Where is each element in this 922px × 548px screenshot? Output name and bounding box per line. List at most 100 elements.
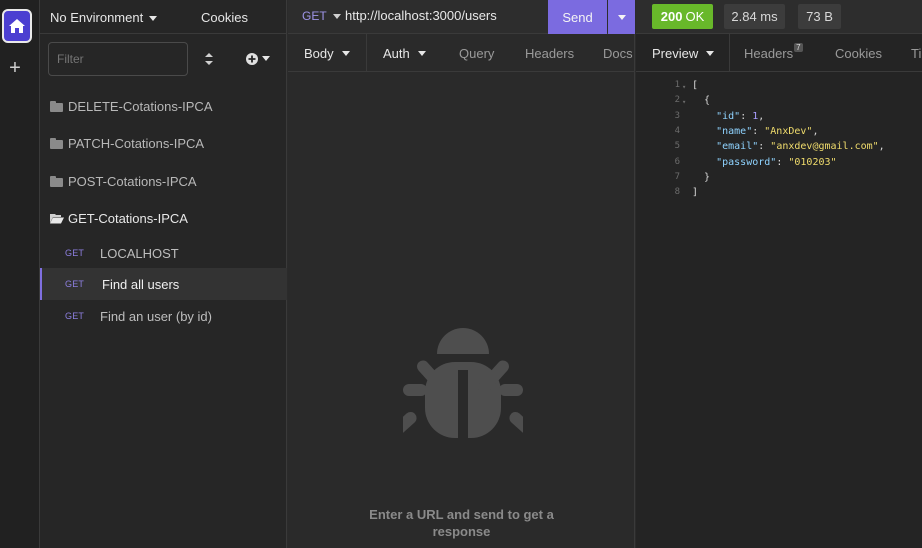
code-line: ] (692, 185, 698, 200)
folder-icon (50, 176, 63, 187)
code-line: } (692, 170, 710, 185)
method-badge: GET (65, 279, 85, 289)
chevron-down-icon (332, 14, 341, 20)
code-token: "010203" (788, 156, 837, 168)
bug-icon (403, 328, 523, 438)
tab-response-headers[interactable]: Headers 7 (744, 34, 803, 72)
tab-cookies[interactable]: Cookies (835, 34, 882, 72)
chevron-down-icon (617, 14, 626, 20)
folder-get-cotations[interactable]: GET-Cotations-IPCA (40, 201, 287, 235)
chevron-down-icon (262, 56, 270, 62)
add-project-icon[interactable]: + (6, 58, 24, 78)
code-token: [ (692, 80, 699, 91)
folder-post-cotations[interactable]: POST-Cotations-IPCA (40, 164, 287, 198)
status-text: OK (685, 9, 705, 24)
code-token: : (740, 110, 753, 122)
environment-label: No Environment (50, 10, 144, 25)
fold-toggle-icon[interactable]: ▾ (682, 95, 686, 110)
url-input[interactable]: http://localhost:3000/users (345, 8, 497, 23)
tab-preview[interactable]: Preview (652, 34, 715, 72)
code-line: "name": "AnxDev", (692, 124, 818, 139)
method-label: GET (302, 9, 327, 23)
code-token: "anxdev@gmail.com" (770, 141, 879, 153)
cookies-button[interactable]: Cookies (201, 10, 248, 25)
request-name: LOCALHOST (100, 245, 179, 261)
url-bar: GET http://localhost:3000/users Send (288, 0, 635, 34)
add-request-button[interactable] (245, 51, 271, 67)
request-name: Find an user (by id) (100, 308, 212, 324)
code-token: , (878, 141, 885, 153)
folder-icon (50, 138, 63, 149)
add-circle-icon (246, 52, 258, 65)
divider (366, 34, 367, 72)
tab-headers[interactable]: Headers (525, 34, 574, 72)
request-name: Find all users (102, 276, 180, 292)
status-badge: 200 OK (652, 4, 713, 29)
response-status-bar: 200 OK 2.84 ms 73 B (636, 0, 922, 34)
method-badge: GET (65, 311, 85, 321)
tab-auth[interactable]: Auth (383, 34, 426, 72)
chevron-down-icon (149, 16, 158, 22)
response-tabs: Preview Headers 7 Cookies Ti (636, 34, 922, 72)
code-token: } (692, 171, 711, 183)
request-item[interactable]: GET Find an user (by id) (40, 300, 287, 332)
code-line: "password": "010203" (692, 155, 837, 170)
line-number: 4 (674, 125, 680, 136)
tab-body[interactable]: Body (304, 34, 350, 72)
request-item-selected[interactable]: GET Find all users (40, 268, 287, 300)
response-pane: 200 OK 2.84 ms 73 B Preview Headers 7 Cook… (636, 0, 922, 548)
empty-state-hint: Enter a URL and send to get a response (369, 507, 554, 539)
code-token: : (758, 141, 771, 153)
code-line: { (692, 93, 710, 108)
request-pane: GET http://localhost:3000/users Send Bod… (288, 0, 635, 548)
tab-docs[interactable]: Docs (603, 34, 633, 72)
app-rail: + (0, 0, 40, 548)
code-token: "name" (716, 125, 753, 137)
method-selector[interactable]: GET (302, 9, 341, 23)
code-token: , (812, 125, 819, 137)
tab-label: Headers (744, 45, 794, 61)
environment-bar: No Environment Cookies (40, 0, 287, 34)
tab-label: Auth (383, 45, 410, 61)
filter-input[interactable] (48, 42, 188, 76)
headers-count-badge: 7 (794, 42, 803, 52)
folder-patch-cotations[interactable]: PATCH-Cotations-IPCA (40, 126, 287, 160)
code-token: : (752, 125, 765, 137)
folder-label: GET-Cotations-IPCA (68, 210, 188, 226)
fold-toggle-icon[interactable]: ▾ (682, 80, 686, 95)
tab-timeline[interactable]: Ti (911, 34, 921, 72)
sort-icon[interactable] (204, 51, 214, 67)
folder-delete-cotations[interactable]: DELETE-Cotations-IPCA (40, 89, 287, 123)
sidebar: No Environment Cookies DELETE-Cotations-… (40, 0, 287, 548)
code-token: "password" (716, 156, 777, 168)
code-token: "AnxDev" (764, 125, 813, 137)
request-item[interactable]: GET LOCALHOST (40, 237, 287, 269)
folder-label: PATCH-Cotations-IPCA (68, 135, 205, 151)
code-token: { (692, 95, 711, 107)
code-token: "id" (716, 110, 741, 122)
line-number: 2 (674, 95, 680, 106)
line-number: 6 (674, 156, 680, 167)
response-size-badge: 73 B (798, 4, 841, 29)
code-line: "email": "anxdev@gmail.com", (692, 139, 885, 154)
tab-label: Preview (652, 45, 699, 61)
tab-query[interactable]: Query (459, 34, 494, 72)
folder-icon (50, 101, 63, 112)
chevron-down-icon (341, 50, 350, 56)
status-code: 200 (660, 9, 683, 24)
code-line: [ (692, 78, 698, 93)
chevron-down-icon (417, 50, 426, 56)
home-button[interactable] (2, 9, 32, 43)
chevron-down-icon (706, 50, 715, 56)
send-button[interactable]: Send (548, 0, 607, 34)
environment-selector[interactable]: No Environment (50, 10, 158, 25)
home-icon (9, 19, 25, 33)
line-number: 7 (674, 171, 680, 182)
line-number: 1 (674, 80, 680, 90)
send-options-button[interactable] (608, 0, 635, 34)
divider (729, 34, 730, 72)
line-number: 3 (674, 110, 680, 121)
